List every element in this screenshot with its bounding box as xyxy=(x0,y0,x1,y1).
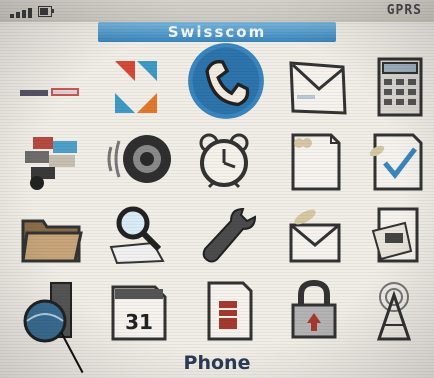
calendar-day: 31 xyxy=(125,310,153,334)
speaker-icon[interactable] xyxy=(100,124,180,194)
phone-icon[interactable] xyxy=(186,43,266,119)
search-icon[interactable] xyxy=(98,200,178,270)
status-bar: GPRS xyxy=(0,0,434,22)
calculator-icon[interactable] xyxy=(360,52,434,122)
battery-icon xyxy=(38,6,54,17)
network-type: GPRS xyxy=(386,3,422,18)
options-wrench-icon[interactable] xyxy=(186,200,266,270)
signal-strength-icon xyxy=(10,6,54,18)
tasks-icon[interactable] xyxy=(356,126,434,196)
messages-envelope-icon[interactable] xyxy=(278,52,358,122)
help-icon[interactable] xyxy=(356,200,434,270)
carrier-banner: Swisscom xyxy=(98,22,336,42)
compose-icon[interactable] xyxy=(274,200,354,270)
security-lock-icon[interactable] xyxy=(274,276,354,346)
folder-icon[interactable] xyxy=(12,200,92,270)
calendar-icon[interactable]: 31 xyxy=(98,276,178,346)
memopad-icon[interactable] xyxy=(188,276,268,346)
sms-icon[interactable] xyxy=(10,55,90,125)
selected-app-label: Phone xyxy=(183,352,251,374)
contacts-blocks-icon[interactable] xyxy=(12,128,92,198)
saved-messages-icon[interactable] xyxy=(274,126,354,196)
browser-globe-icon[interactable] xyxy=(12,278,92,348)
transfer-arrows-icon[interactable] xyxy=(96,52,176,122)
alarm-clock-icon[interactable] xyxy=(184,126,264,196)
bluetooth-tower-icon[interactable] xyxy=(354,276,434,346)
